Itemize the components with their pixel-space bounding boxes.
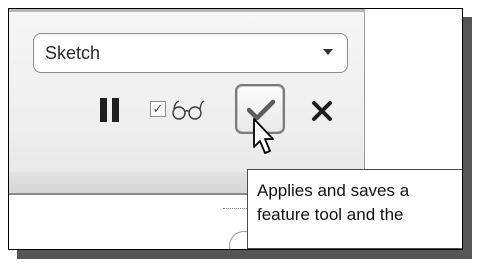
pause-icon[interactable]: [100, 98, 120, 122]
graphics-area[interactable]: [366, 9, 462, 194]
preview-checkbox[interactable]: ✓: [150, 101, 166, 117]
apply-tooltip: Applies and saves a feature tool and the: [247, 169, 462, 249]
screenshot-frame: Sketch ✓ Applies and saves a feature too…: [8, 8, 463, 250]
sketch-type-select[interactable]: Sketch: [33, 33, 348, 73]
tooltip-line: Applies and saves a: [257, 181, 410, 200]
select-value: Sketch: [45, 42, 101, 63]
x-icon[interactable]: [311, 100, 333, 122]
pause-bar: [112, 98, 119, 122]
checkbox-check-icon: ✓: [152, 101, 164, 116]
mouse-pointer-icon: [252, 117, 278, 159]
tooltip-line: feature tool and the: [257, 205, 404, 224]
panel-top-border: [9, 9, 365, 12]
glasses-icon[interactable]: [171, 99, 205, 121]
dashboard-panel: Sketch ✓: [9, 9, 365, 194]
pause-bar: [100, 98, 107, 122]
dropdown-arrow-icon[interactable]: [323, 49, 333, 55]
